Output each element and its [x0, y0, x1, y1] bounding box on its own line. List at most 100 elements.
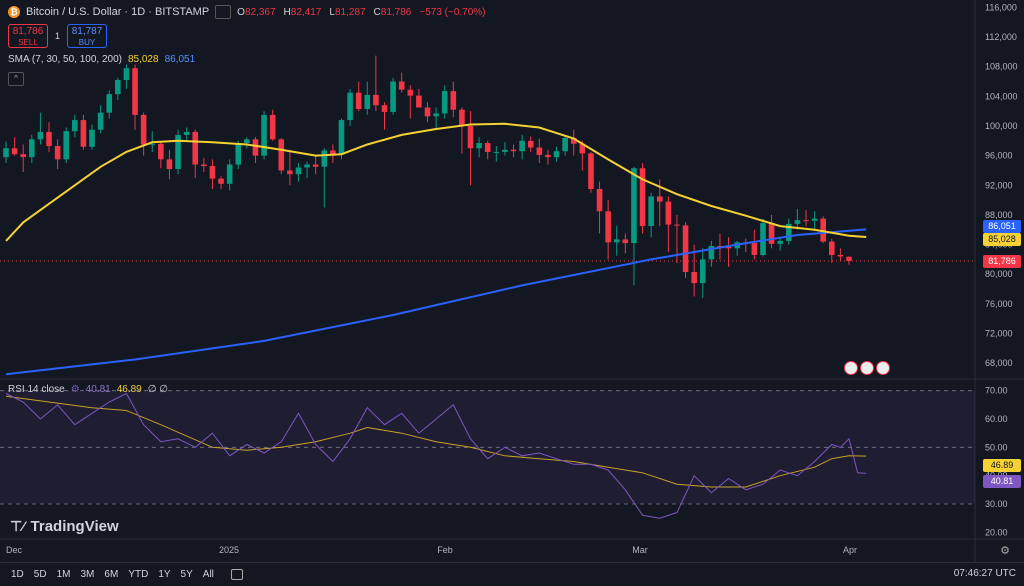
sma-b-tag: 86,051 [983, 220, 1021, 233]
candle-body [691, 272, 697, 284]
candle-body [665, 201, 672, 225]
candle-body [527, 140, 534, 148]
candle-body [218, 178, 224, 184]
us-flag-icon[interactable] [876, 361, 890, 375]
price-tick-label: 96,000 [985, 151, 1013, 161]
candle-body [244, 139, 250, 144]
us-flag-icon[interactable] [844, 361, 858, 375]
bottom-toolbar: 1D 5D 1M 3M 6M YTD 1Y 5Y All 07:46:27 UT… [0, 562, 1024, 586]
sma-a-tag: 85,028 [983, 233, 1021, 246]
sma-50-line [5, 122, 867, 242]
timeframe-all[interactable]: All [198, 569, 219, 580]
candle-body [321, 150, 328, 167]
calendar-icon[interactable] [230, 569, 243, 580]
candle-body [502, 149, 508, 152]
event-markers[interactable] [844, 361, 890, 375]
candle-body [269, 114, 276, 140]
candle-body [545, 154, 551, 158]
candle-body [553, 151, 560, 158]
price-tick-label: 88,000 [985, 210, 1013, 220]
candle-body [760, 223, 766, 255]
candle-body [588, 153, 594, 189]
candle-body [46, 131, 52, 147]
candle-body [519, 140, 525, 152]
timeframe-6m[interactable]: 6M [99, 569, 123, 580]
timeframe-3m[interactable]: 3M [76, 569, 100, 580]
rsi-legend[interactable]: RSI 14 close ⚙ 40.81 46.89 ∅ ∅ [8, 384, 168, 395]
candle-body [338, 120, 345, 155]
visibility-icon[interactable] [215, 5, 232, 19]
candle-body [115, 80, 121, 95]
quantity-value: 1 [55, 31, 61, 41]
buy-button[interactable]: 81,787 BUY [67, 24, 107, 48]
rsi-tick-label: 70.00 [985, 386, 1008, 396]
candle-body [166, 159, 173, 169]
timeframe-5y[interactable]: 5Y [176, 569, 198, 580]
candle-body [183, 131, 190, 135]
candle-body [63, 131, 70, 160]
candle-body [304, 164, 310, 168]
candle-body [89, 129, 95, 147]
time-tick-label: Dec [6, 545, 23, 555]
candle-body [3, 148, 9, 158]
candle-body [381, 105, 388, 112]
candle-body [476, 143, 482, 149]
tradingview-logo: ⊤⁄ TradingView [10, 518, 119, 535]
us-flag-icon[interactable] [860, 361, 874, 375]
settings-gear-icon[interactable]: ⚙ [1000, 544, 1010, 557]
candle-body [390, 81, 396, 112]
candle-body [201, 164, 207, 167]
timeframe-1m[interactable]: 1M [52, 569, 76, 580]
sell-button[interactable]: 81,786 SELL [8, 24, 48, 48]
candle-body [699, 259, 706, 284]
candle-body [72, 120, 78, 132]
price-tick-label: 100,000 [985, 121, 1018, 131]
candle-body [106, 94, 113, 113]
candle-body [20, 154, 26, 158]
price-chart[interactable]: 116,000 112,000 108,000 104,000 100,000 96,00… [0, 0, 1024, 562]
symbol-title: Bitcoin / U.S. Dollar · 1D · BITSTAMP [26, 6, 210, 18]
candle-body [132, 68, 138, 115]
candle-body [261, 114, 267, 156]
candle-body [209, 166, 216, 179]
collapse-icon[interactable]: ^ [8, 72, 24, 86]
timeframe-1y[interactable]: 1Y [153, 569, 175, 580]
candle-body [536, 147, 543, 155]
rsi-tick-label: 30.00 [985, 499, 1008, 509]
candle-body [252, 139, 259, 156]
candle-body [312, 164, 319, 167]
bitcoin-icon: ₿ [8, 6, 20, 18]
price-tick-label: 80,000 [985, 269, 1013, 279]
candle-body [450, 91, 457, 110]
candle-body [656, 196, 663, 202]
candle-body [837, 254, 844, 257]
candle-body [751, 243, 758, 255]
candle-body [355, 92, 362, 109]
candle-body [613, 239, 620, 243]
symbol-legend[interactable]: ₿ Bitcoin / U.S. Dollar · 1D · BITSTAMP … [8, 5, 486, 19]
timeframe-5d[interactable]: 5D [29, 569, 52, 580]
timeframe-1d[interactable]: 1D [6, 569, 29, 580]
timeframe-ytd[interactable]: YTD [123, 569, 153, 580]
candle-body [424, 107, 431, 117]
candle-body [639, 168, 646, 227]
candle-body [484, 143, 491, 152]
candle-body [768, 223, 775, 244]
change-value: −573 (−0.70%) [419, 6, 486, 18]
candle-body [80, 120, 87, 147]
candle-body [803, 220, 809, 222]
settings-icon[interactable]: ⚙ [71, 384, 80, 395]
candle-body [37, 131, 44, 140]
clock[interactable]: 07:46:27 UTC [954, 568, 1016, 579]
candle-body [158, 143, 164, 160]
rsi-tag: 40.81 [983, 475, 1021, 488]
sma-legend[interactable]: SMA (7, 30, 50, 100, 200) 85,028 86,051 [8, 54, 195, 65]
candle-body [278, 139, 285, 171]
candle-body [596, 189, 603, 212]
price-tick-label: 76,000 [985, 299, 1013, 309]
time-tick-label: Mar [632, 545, 648, 555]
candle-body [226, 164, 233, 184]
candle-body [829, 241, 835, 255]
candle-body [295, 167, 302, 175]
candle-body [433, 113, 439, 117]
